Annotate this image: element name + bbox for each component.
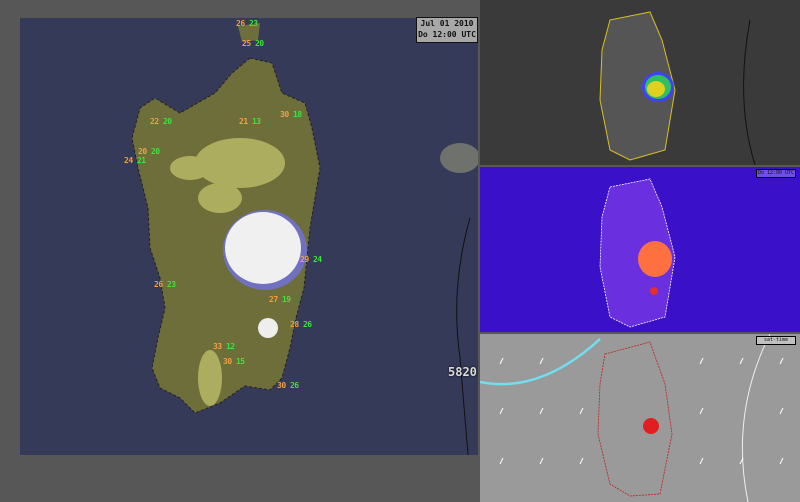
station-label: 26 23 [236, 19, 258, 28]
satellite-map[interactable]: 26 23 25 20 22 20 21 13 30 18 20 20 24 2… [20, 18, 478, 455]
contour-label: 5820 [448, 365, 477, 379]
station-label: 21 13 [239, 117, 261, 126]
cape-time-label: Do 12:00 UTC [756, 169, 796, 178]
station-label: 27 19 [269, 295, 291, 304]
wind-panel[interactable]: sat-time [480, 334, 800, 502]
station-label: 28 26 [290, 320, 312, 329]
sardinia-island [131, 23, 478, 455]
cape-map [599, 178, 676, 328]
date-time-box: Jul 01 2010 Do 12:00 UTC [416, 17, 478, 43]
station-label: 30 15 [223, 357, 245, 366]
time-label: Do 12:00 UTC [418, 30, 476, 39]
station-label: 33 12 [213, 342, 235, 351]
ir-satellite-panel[interactable] [480, 0, 800, 165]
station-label: 22 20 [150, 117, 172, 126]
wind-map [480, 334, 784, 502]
station-label: 26 23 [154, 280, 176, 289]
ir-map [599, 11, 756, 165]
station-label: 30 18 [280, 110, 302, 119]
date-label: Jul 01 2010 [420, 19, 474, 28]
cape-panel[interactable]: Do 12:00 UTC [480, 167, 800, 332]
station-label: 24 21 [124, 156, 146, 165]
wind-time-label: sat-time [756, 336, 796, 345]
station-label: 25 20 [242, 39, 264, 48]
station-label: 29 24 [300, 255, 322, 264]
station-label: 20 20 [138, 147, 160, 156]
station-label: 30 26 [277, 381, 299, 390]
